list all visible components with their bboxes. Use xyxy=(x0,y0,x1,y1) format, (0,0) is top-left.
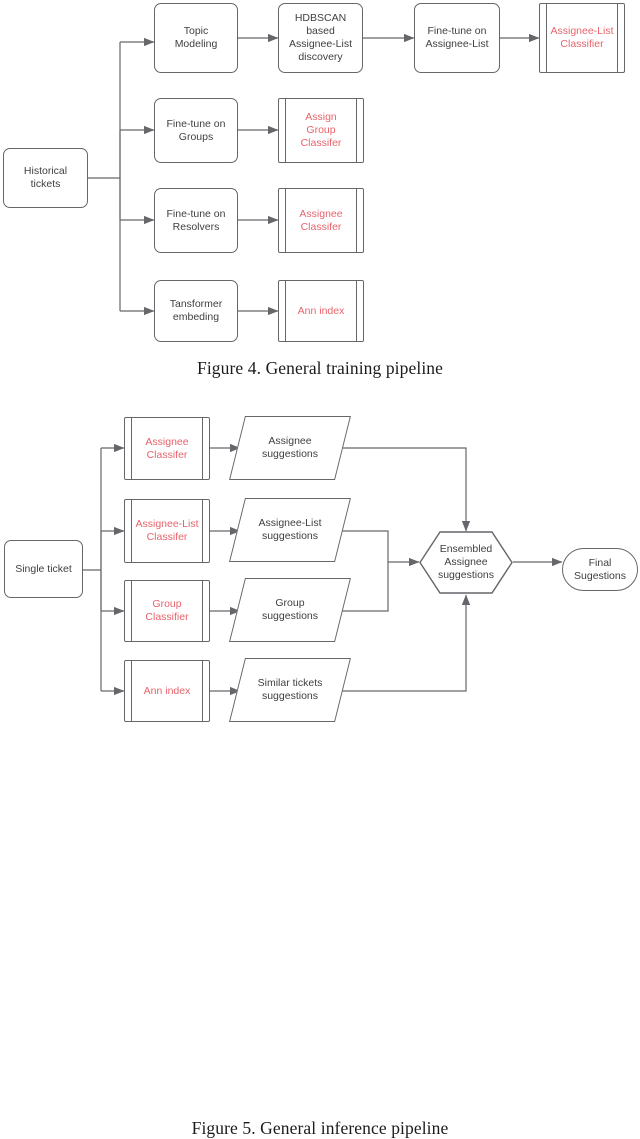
node-transformer-embedding-label: Tansformer embeding xyxy=(169,298,223,323)
node-hdbscan-discovery-label: HDBSCAN based Assignee-List discovery xyxy=(288,12,353,63)
node-assignee-list-suggestions[interactable]: Assignee-List suggestions xyxy=(229,498,351,562)
node-assign-group-classifer[interactable]: Assign Group Classifer xyxy=(278,98,364,163)
node-final-suggestions-label: Final Sugestions xyxy=(574,556,626,582)
figure-5-caption: Figure 5. General inference pipeline xyxy=(191,1118,449,1138)
node-ensembled-assignee-suggestions[interactable]: Ensembled Assignee suggestions xyxy=(419,531,513,594)
node-similar-tickets-suggestions[interactable]: Similar tickets suggestions xyxy=(229,658,351,722)
node-topic-modeling[interactable]: Topic Modeling xyxy=(154,3,238,73)
node-assignee-suggestions[interactable]: Assignee suggestions xyxy=(229,416,351,480)
node-ann-index-label: Ann index xyxy=(297,304,345,317)
training-diagram-canvas: Historical tickets Topic Modeling HDBSCA… xyxy=(0,0,640,352)
node-group-suggestions-label: Group suggestions xyxy=(261,597,319,622)
node-final-suggestions[interactable]: Final Sugestions xyxy=(562,548,638,591)
node-single-ticket-label: Single ticket xyxy=(15,562,72,575)
node-ann-index-label: Ann index xyxy=(143,684,191,697)
node-hdbscan-discovery[interactable]: HDBSCAN based Assignee-List discovery xyxy=(278,3,363,73)
node-historical-tickets-label: Historical tickets xyxy=(23,165,68,190)
node-assignee-classifer[interactable]: Assignee Classifer xyxy=(124,417,210,480)
inference-diagram-canvas: Single ticket Assignee Classifer Assigne… xyxy=(0,392,640,722)
node-ensembled-assignee-suggestions-label: Ensembled Assignee suggestions xyxy=(437,543,495,581)
node-group-classifier-label: Group Classifier xyxy=(145,598,189,623)
figure-4-caption: Figure 4. General training pipeline xyxy=(197,358,443,378)
node-finetune-assignee-list[interactable]: Fine-tune on Assignee-List xyxy=(414,3,500,73)
node-topic-modeling-label: Topic Modeling xyxy=(174,25,218,50)
node-assignee-list-classifier-label: Assignee-List Classifier xyxy=(550,25,614,50)
node-assignee-suggestions-label: Assignee suggestions xyxy=(261,435,319,460)
node-assignee-list-suggestions-label: Assignee-List suggestions xyxy=(258,517,322,542)
figure-inference-pipeline: Single ticket Assignee Classifer Assigne… xyxy=(0,392,640,1138)
node-assignee-list-classifer[interactable]: Assignee-List Classifer xyxy=(124,499,210,563)
node-finetune-resolvers-label: Fine-tune on Resolvers xyxy=(166,207,226,233)
node-single-ticket[interactable]: Single ticket xyxy=(4,540,83,598)
node-assignee-list-classifier[interactable]: Assignee-List Classifier xyxy=(539,3,625,73)
node-group-classifier[interactable]: Group Classifier xyxy=(124,580,210,642)
node-finetune-groups-label: Fine-tune on Groups xyxy=(166,117,226,143)
node-assignee-classifer-label: Assignee Classifer xyxy=(299,207,343,233)
figure-training-pipeline: Historical tickets Topic Modeling HDBSCA… xyxy=(0,0,640,392)
node-finetune-groups[interactable]: Fine-tune on Groups xyxy=(154,98,238,163)
node-historical-tickets[interactable]: Historical tickets xyxy=(3,148,88,208)
node-similar-tickets-suggestions-label: Similar tickets suggestions xyxy=(257,677,323,702)
node-assignee-list-classifer-label: Assignee-List Classifer xyxy=(135,518,199,543)
node-assign-group-classifer-label: Assign Group Classifer xyxy=(300,111,342,149)
node-group-suggestions[interactable]: Group suggestions xyxy=(229,578,351,642)
node-transformer-embedding[interactable]: Tansformer embeding xyxy=(154,280,238,342)
node-finetune-assignee-list-label: Fine-tune on Assignee-List xyxy=(425,25,489,50)
node-assignee-classifer-label: Assignee Classifer xyxy=(145,435,189,461)
node-ann-index[interactable]: Ann index xyxy=(278,280,364,342)
node-assignee-classifer[interactable]: Assignee Classifer xyxy=(278,188,364,253)
node-finetune-resolvers[interactable]: Fine-tune on Resolvers xyxy=(154,188,238,253)
node-ann-index[interactable]: Ann index xyxy=(124,660,210,722)
